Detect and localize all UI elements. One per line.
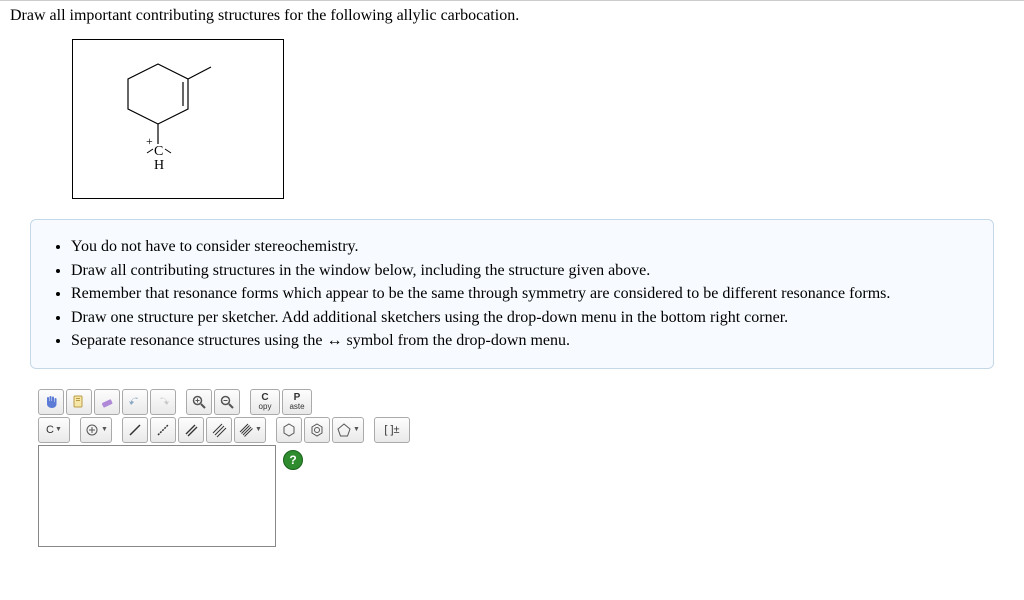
- instruction-item: You do not have to consider stereochemis…: [71, 236, 975, 258]
- triple-bond-icon: [211, 422, 227, 438]
- plus-circle-icon: [84, 422, 100, 438]
- zoom-in-button[interactable]: [186, 389, 212, 415]
- paste-button[interactable]: P aste: [282, 389, 312, 415]
- hand-icon: [43, 394, 59, 410]
- undo-button[interactable]: [122, 389, 148, 415]
- chevron-down-icon: ▼: [101, 426, 108, 433]
- zoom-out-icon: [219, 394, 235, 410]
- zoom-out-button[interactable]: [214, 389, 240, 415]
- instruction-panel: You do not have to consider stereochemis…: [30, 219, 994, 369]
- given-structure-box: + C H: [72, 39, 284, 199]
- charge-picker-button[interactable]: ▼: [80, 417, 112, 443]
- hexagon-ring-button[interactable]: [276, 417, 302, 443]
- instruction-item: Draw all contributing structures in the …: [71, 260, 975, 282]
- hand-tool-button[interactable]: [38, 389, 64, 415]
- question-prompt: Draw all important contributing structur…: [0, 1, 1024, 39]
- pentagon-icon: [336, 422, 352, 438]
- copy-button[interactable]: C opy: [250, 389, 280, 415]
- single-bond-button[interactable]: [122, 417, 148, 443]
- help-icon: ?: [289, 453, 296, 467]
- benzene-icon: [309, 422, 325, 438]
- toolbar-row-2: C ▼ ▼ ▼: [38, 417, 438, 443]
- instruction-list: You do not have to consider stereochemis…: [49, 236, 975, 352]
- double-bond-button[interactable]: [178, 417, 204, 443]
- redo-icon: [155, 394, 171, 410]
- redo-button[interactable]: [150, 389, 176, 415]
- hydrogen-label: H: [154, 158, 164, 173]
- element-picker-button[interactable]: C ▼: [38, 417, 70, 443]
- bond-dropdown-button[interactable]: ▼: [234, 417, 266, 443]
- carbocation-structure: + C H: [93, 49, 263, 189]
- quad-bond-icon: [238, 422, 254, 438]
- bracket-charge-button[interactable]: [ ]±: [374, 417, 410, 443]
- undo-icon: [127, 394, 143, 410]
- charge-label: +: [146, 134, 153, 148]
- paste-label-bottom: aste: [289, 403, 304, 411]
- copy-label-bottom: opy: [259, 403, 272, 411]
- chevron-down-icon: ▼: [55, 426, 62, 433]
- instruction-item: Separate resonance structures using the …: [71, 330, 975, 352]
- toolbar-row-1: C opy P aste: [38, 389, 438, 415]
- sketcher-area: C opy P aste C ▼ ▼: [38, 389, 438, 547]
- instruction-item: Remember that resonance forms which appe…: [71, 283, 975, 305]
- ring-dropdown-button[interactable]: ▼: [332, 417, 364, 443]
- zoom-in-icon: [191, 394, 207, 410]
- help-button[interactable]: ?: [283, 450, 303, 470]
- select-tool-button[interactable]: [66, 389, 92, 415]
- eraser-icon: [99, 394, 115, 410]
- bracket-label: [ ]±: [384, 424, 399, 436]
- lasso-icon: [71, 394, 87, 410]
- sketch-canvas[interactable]: ?: [38, 445, 276, 547]
- chevron-down-icon: ▼: [255, 426, 262, 433]
- dashed-bond-button[interactable]: [150, 417, 176, 443]
- single-bond-icon: [127, 422, 143, 438]
- eraser-tool-button[interactable]: [94, 389, 120, 415]
- chevron-down-icon: ▼: [353, 426, 360, 433]
- element-label: C: [46, 424, 54, 436]
- hexagon-icon: [281, 422, 297, 438]
- dashed-bond-icon: [155, 422, 171, 438]
- instruction-item: Draw one structure per sketcher. Add add…: [71, 307, 975, 329]
- triple-bond-button[interactable]: [206, 417, 232, 443]
- carbon-label: C: [154, 144, 163, 159]
- double-bond-icon: [183, 422, 199, 438]
- benzene-ring-button[interactable]: [304, 417, 330, 443]
